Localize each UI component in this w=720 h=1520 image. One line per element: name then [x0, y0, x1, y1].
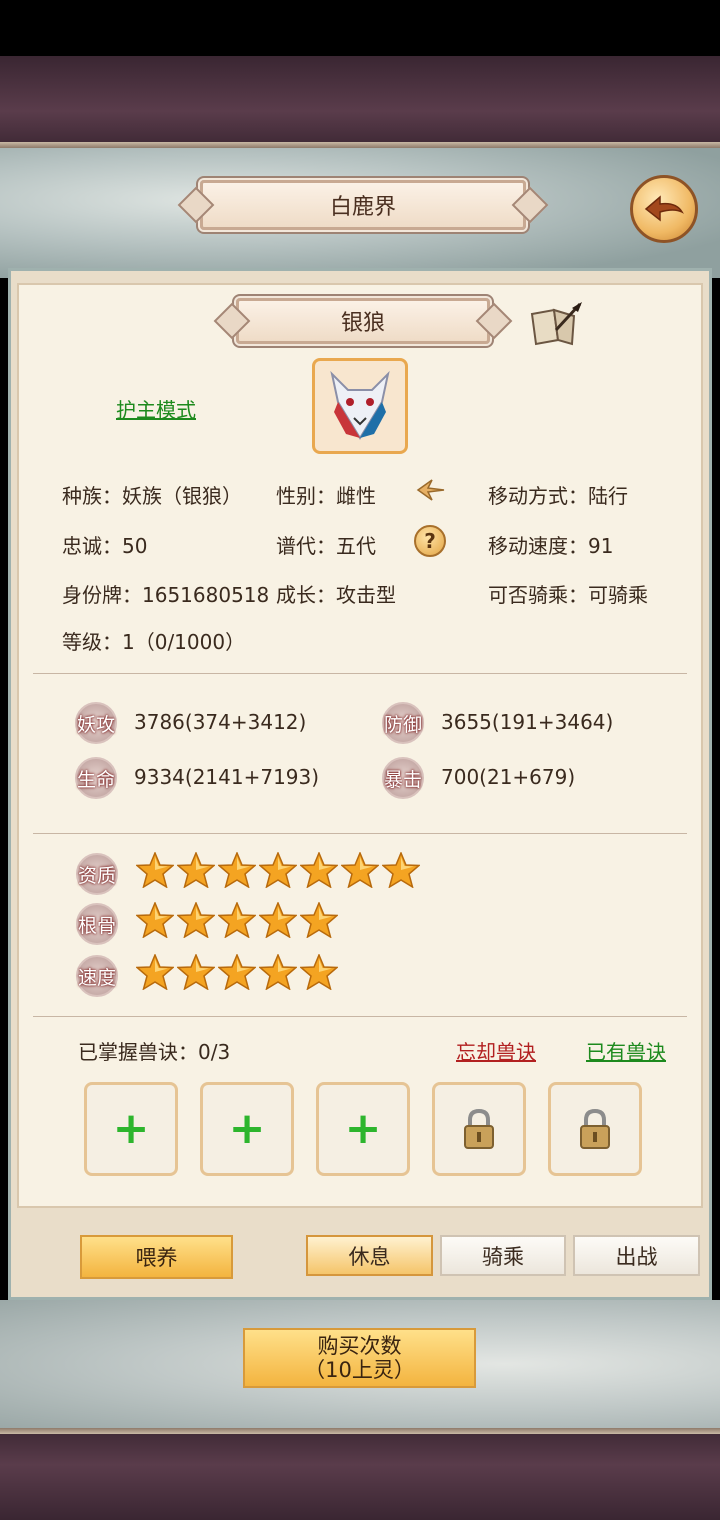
star-icon	[136, 852, 174, 888]
rideable-label: 可否骑乘：可骑乘	[488, 583, 648, 607]
skill-slot-add[interactable]: +	[200, 1082, 294, 1176]
star-icon	[300, 902, 338, 938]
lock-icon	[580, 1108, 610, 1149]
level-label: 等级：1（0/1000）	[62, 630, 246, 654]
back-arrow-icon	[644, 195, 684, 222]
plus-icon: +	[228, 1103, 266, 1154]
star-icon	[259, 852, 297, 888]
generation-label: 谱代：五代	[276, 534, 376, 558]
divider	[33, 1016, 687, 1017]
star-icon	[177, 852, 215, 888]
gender-toggle-icon[interactable]	[414, 474, 446, 506]
attack-badge: 妖攻	[75, 702, 117, 744]
star-icon	[259, 902, 297, 938]
attack-value: 3786(374+3412)	[134, 710, 307, 734]
tab-battle[interactable]: 出战	[573, 1235, 700, 1276]
silver-wolf-icon	[330, 370, 390, 440]
star-icon	[382, 852, 420, 888]
star-icon	[259, 954, 297, 990]
plus-icon: +	[112, 1103, 150, 1154]
feed-button[interactable]: 喂养	[80, 1235, 233, 1279]
help-icon[interactable]: ?	[414, 525, 446, 557]
crit-value: 700(21+679)	[441, 765, 576, 789]
mastered-skills-label: 已掌握兽诀：0/3	[78, 1040, 231, 1064]
skill-slot-locked[interactable]	[432, 1082, 526, 1176]
star-icon	[177, 954, 215, 990]
health-badge: 生命	[75, 757, 117, 799]
divider	[33, 673, 687, 674]
skill-slot-locked[interactable]	[548, 1082, 642, 1176]
aptitude-stars	[136, 852, 420, 888]
star-icon	[300, 954, 338, 990]
tab-ride[interactable]: 骑乘	[440, 1235, 566, 1276]
crit-badge: 暴击	[382, 757, 424, 799]
forget-skill-link[interactable]: 忘却兽诀	[456, 1036, 536, 1065]
defense-value: 3655(191+3464)	[441, 710, 614, 734]
guard-mode-link[interactable]: 护主模式	[116, 394, 196, 423]
purchase-button[interactable]: 购买次数 （10上灵）	[243, 1328, 476, 1388]
growth-label: 成长：攻击型	[276, 583, 396, 607]
purchase-line2: （10上灵）	[304, 1358, 415, 1382]
book-quill-icon[interactable]	[528, 300, 584, 346]
loyalty-label: 忠诚：50	[62, 534, 148, 558]
star-icon	[136, 902, 174, 938]
gender-label: 性别：雌性	[276, 484, 376, 508]
move-speed-label: 移动速度：91	[488, 534, 614, 558]
plus-icon: +	[344, 1103, 382, 1154]
race-label: 种族：妖族（银狼）	[62, 484, 242, 508]
purchase-line1: 购买次数	[317, 1333, 402, 1358]
pet-portrait	[312, 358, 408, 454]
physique-stars	[136, 902, 338, 938]
top-frame	[0, 56, 720, 148]
star-icon	[341, 852, 379, 888]
physique-badge: 根骨	[76, 903, 118, 945]
speed-badge: 速度	[76, 955, 118, 997]
skill-slot-add[interactable]: +	[316, 1082, 410, 1176]
pet-name-banner: 银狼	[236, 298, 490, 344]
defense-badge: 防御	[382, 702, 424, 744]
star-icon	[218, 902, 256, 938]
bottom-frame	[0, 1428, 720, 1520]
back-button[interactable]	[630, 175, 698, 243]
lock-icon	[464, 1108, 494, 1149]
owned-skills-link[interactable]: 已有兽诀	[586, 1036, 666, 1065]
move-type-label: 移动方式：陆行	[488, 484, 628, 508]
star-icon	[300, 852, 338, 888]
page-title: 白鹿界	[200, 180, 526, 230]
aptitude-badge: 资质	[76, 853, 118, 895]
status-bar	[0, 0, 720, 56]
skill-slot-add[interactable]: +	[84, 1082, 178, 1176]
star-icon	[218, 954, 256, 990]
star-icon	[218, 852, 256, 888]
health-value: 9334(2141+7193)	[134, 765, 320, 789]
speed-stars	[136, 954, 338, 990]
divider	[33, 833, 687, 834]
id-tag-label: 身份牌：1651680518	[62, 583, 270, 607]
tab-rest[interactable]: 休息	[306, 1235, 433, 1276]
star-icon	[136, 954, 174, 990]
star-icon	[177, 902, 215, 938]
